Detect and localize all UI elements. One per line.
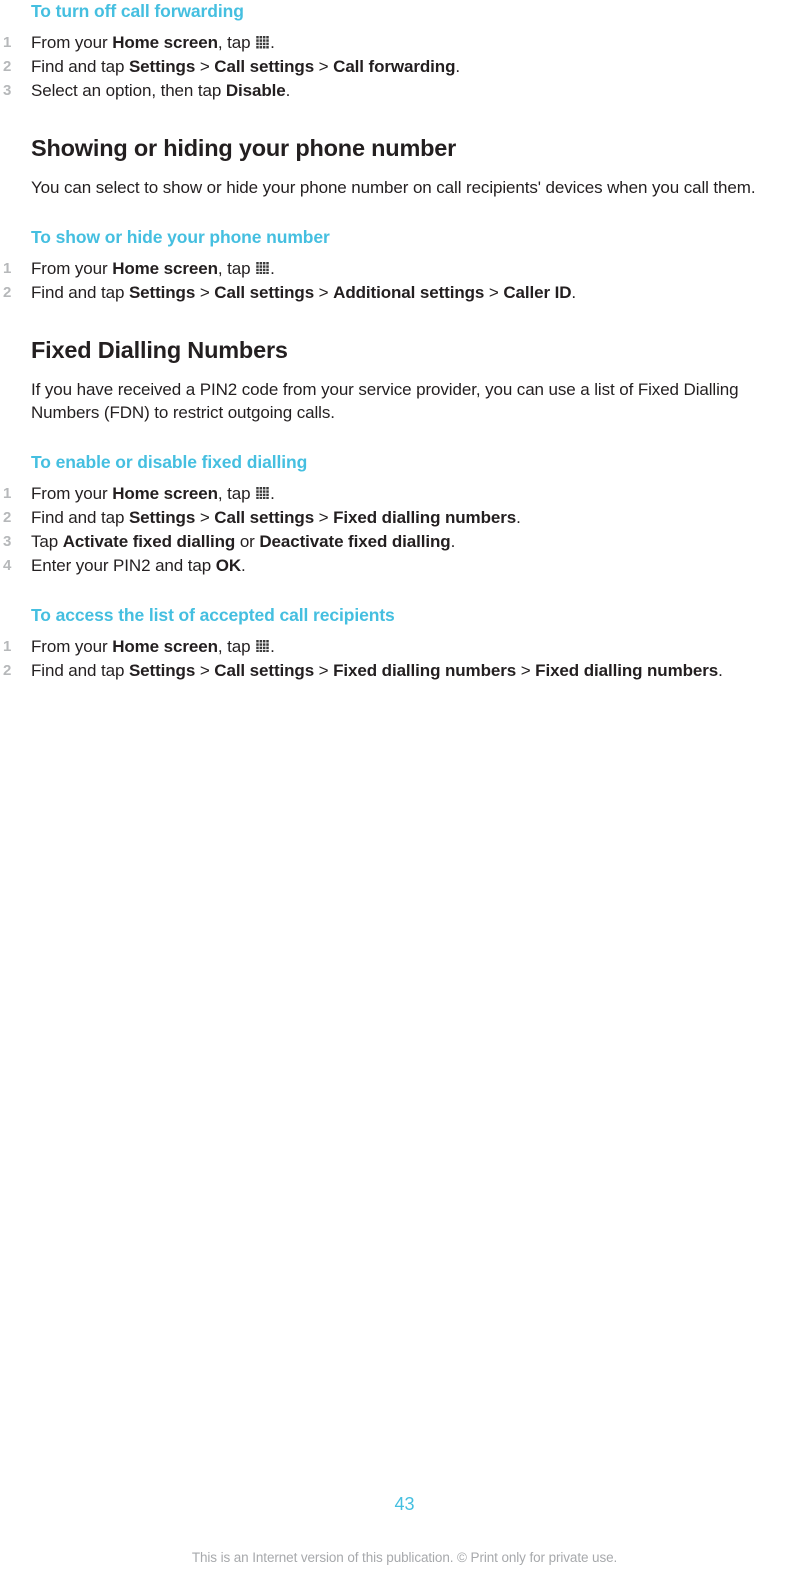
ui-term: Settings <box>128 507 196 527</box>
procedure-steps-enable-disable-fixed-dialling: From your Home screen, tap . Find and tap… <box>0 482 809 578</box>
ui-term: Call forwarding <box>333 57 456 76</box>
ui-term: Fixed dialling numbers <box>333 507 517 527</box>
ui-term: Activate fixed dialling <box>62 531 236 551</box>
procedure-steps-access-accepted-call-recipients: From your Home screen, tap . Find and tap… <box>0 635 809 683</box>
ui-term: Caller ID <box>503 282 572 302</box>
path-separator: > <box>195 507 215 527</box>
procedure-heading-enable-disable-fixed-dialling: To enable or disable fixed dialling <box>31 451 308 472</box>
procedure-step: Find and tap Settings > Call settings > … <box>3 506 521 530</box>
ui-term: Call settings <box>214 57 315 76</box>
path-separator: > <box>195 660 215 680</box>
procedure-step: Find and tap Settings > Call settings > … <box>3 281 577 305</box>
section-paragraph-showing-hiding-phone-number: You can select to show or hide your phon… <box>31 178 756 197</box>
procedure-step: From your Home screen, tap . <box>3 482 275 506</box>
app-drawer-icon <box>256 36 270 49</box>
path-separator: > <box>195 282 215 302</box>
ui-term: Additional settings <box>333 282 485 302</box>
section-paragraph-fixed-dialling-numbers: If you have received a PIN2 code from yo… <box>31 379 739 423</box>
procedure-step: Find and tap Settings > Call settings > … <box>3 55 460 79</box>
ui-term: Deactivate fixed dialling <box>259 531 451 551</box>
footer-disclaimer: This is an Internet version of this publ… <box>191 1550 618 1565</box>
procedure-step: From your Home screen, tap . <box>3 31 275 55</box>
section-heading-showing-hiding-phone-number: Showing or hiding your phone number <box>31 135 457 161</box>
path-separator: > <box>314 57 334 76</box>
procedure-step: From your Home screen, tap . <box>3 257 275 281</box>
procedure-step: Find and tap Settings > Call settings > … <box>3 659 723 683</box>
procedure-heading-turn-off-call-forwarding: To turn off call forwarding <box>31 1 244 21</box>
ui-term: Settings <box>128 660 196 680</box>
app-drawer-icon <box>256 639 270 653</box>
page-content: To turn off call forwarding From your Ho… <box>0 0 809 683</box>
ui-term: Fixed dialling numbers <box>333 660 517 680</box>
procedure-step: Select an option, then tap Disable. <box>3 79 291 103</box>
path-separator: > <box>516 660 536 680</box>
path-separator: > <box>484 282 504 302</box>
ui-term: Call settings <box>214 507 315 527</box>
ui-term: Home screen <box>112 258 218 278</box>
procedure-heading-access-accepted-call-recipients: To access the list of accepted call reci… <box>31 604 395 625</box>
path-separator: > <box>195 57 215 76</box>
procedure-steps-turn-off-call-forwarding: From your Home screen, tap . Find and tap… <box>0 31 809 103</box>
procedure-step: Enter your PIN2 and tap OK. <box>3 554 246 578</box>
ui-term: Settings <box>128 282 196 302</box>
app-drawer-icon <box>256 261 270 275</box>
ui-term: Settings <box>128 57 196 76</box>
procedure-step: Tap Activate fixed dialling or Deactivat… <box>3 530 456 554</box>
ui-term: Home screen <box>112 483 218 503</box>
procedure-heading-show-hide-phone-number: To show or hide your phone number <box>31 226 330 247</box>
page-number: 43 <box>394 1494 415 1514</box>
ui-term: Home screen <box>112 636 218 656</box>
ui-term: Call settings <box>214 660 315 680</box>
path-separator: > <box>314 660 334 680</box>
procedure-step: From your Home screen, tap . <box>3 635 275 659</box>
app-drawer-icon <box>256 486 270 500</box>
path-separator: > <box>314 507 334 527</box>
procedure-steps-show-hide-phone-number: From your Home screen, tap . Find and tap… <box>0 257 809 305</box>
section-heading-fixed-dialling-numbers: Fixed Dialling Numbers <box>31 336 288 363</box>
manual-page: To turn off call forwarding From your Ho… <box>0 0 809 1590</box>
ui-term: Fixed dialling numbers <box>535 660 719 680</box>
path-separator: > <box>314 282 334 302</box>
ui-term: Call settings <box>214 282 315 302</box>
ui-term: Home screen <box>112 33 218 52</box>
ui-term: OK <box>215 555 242 575</box>
ui-term: Disable <box>225 81 286 100</box>
